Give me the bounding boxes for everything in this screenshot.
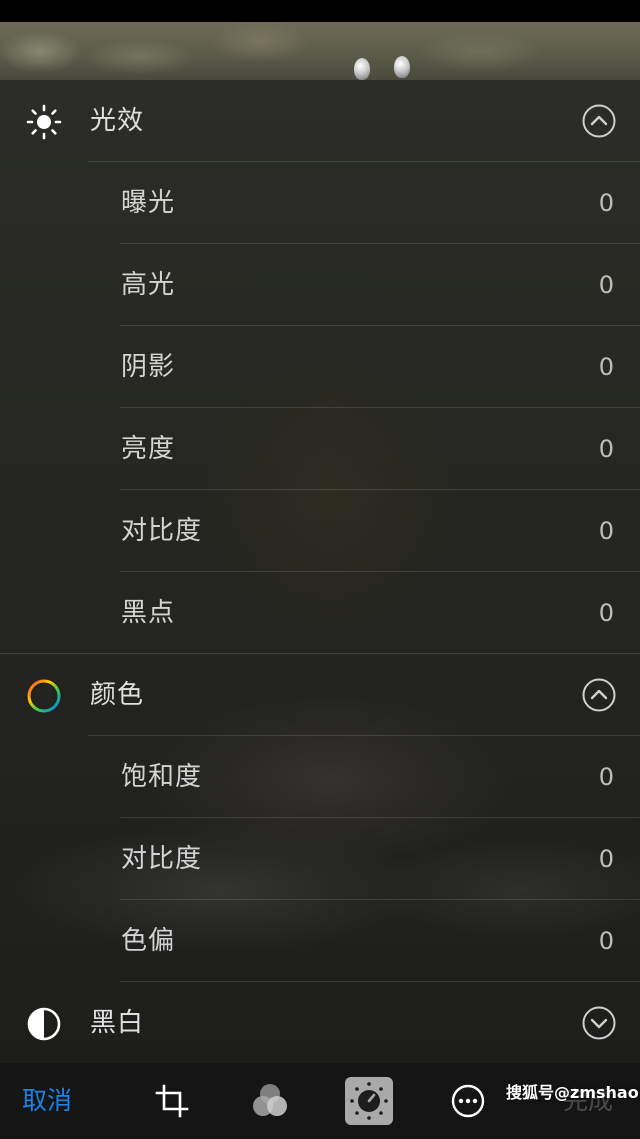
adjust-row-contrast[interactable]: 对比度 0 <box>0 490 640 572</box>
adjust-value: 0 <box>598 517 614 545</box>
crop-icon[interactable] <box>148 1077 196 1125</box>
adjust-value: 0 <box>598 353 614 381</box>
watermark: 搜狐号@zmshao <box>506 1083 639 1102</box>
adjust-row-saturation[interactable]: 饱和度 0 <box>0 736 640 818</box>
adjust-value: 0 <box>598 763 614 791</box>
section-bw-header[interactable]: 黑白 <box>0 982 640 1064</box>
adjust-row-black-point[interactable]: 黑点 0 <box>0 572 640 654</box>
adjust-row-shadows[interactable]: 阴影 0 <box>0 326 640 408</box>
adjust-label: 高光 <box>121 270 176 300</box>
adjust-row-exposure[interactable]: 曝光 0 <box>0 162 640 244</box>
adjust-value: 0 <box>598 189 614 217</box>
photo-detail <box>354 58 370 80</box>
adjustments-panel: 光效 曝光 0 高光 0 阴影 0 亮度 0 对比度 0 黑点 0 颜色 饱和度… <box>0 80 640 1063</box>
adjust-value: 0 <box>598 435 614 463</box>
photo-preview <box>0 22 640 80</box>
section-color-header[interactable]: 颜色 <box>0 654 640 736</box>
adjust-value: 0 <box>598 599 614 627</box>
adjust-label: 黑点 <box>121 598 176 628</box>
chevron-up-circle-icon[interactable] <box>582 678 616 712</box>
adjust-label: 对比度 <box>121 844 203 874</box>
section-color-title: 颜色 <box>90 680 145 710</box>
adjust-value: 0 <box>598 845 614 873</box>
half-circle-icon <box>27 1007 61 1041</box>
adjust-row-highlights[interactable]: 高光 0 <box>0 244 640 326</box>
more-icon[interactable] <box>444 1077 492 1125</box>
section-light-title: 光效 <box>90 106 145 136</box>
adjust-row-color-contrast[interactable]: 对比度 0 <box>0 818 640 900</box>
cancel-button[interactable]: 取消 <box>22 1063 72 1139</box>
section-light-header[interactable]: 光效 <box>0 80 640 162</box>
filters-icon[interactable] <box>246 1077 294 1125</box>
adjust-row-brightness[interactable]: 亮度 0 <box>0 408 640 490</box>
adjust-label: 对比度 <box>121 516 203 546</box>
adjust-value: 0 <box>598 271 614 299</box>
status-bar <box>0 0 640 22</box>
chevron-up-circle-icon[interactable] <box>582 104 616 138</box>
adjust-dial-icon[interactable] <box>345 1077 393 1125</box>
sun-icon <box>26 104 62 140</box>
adjust-row-cast[interactable]: 色偏 0 <box>0 900 640 982</box>
adjust-label: 亮度 <box>121 434 176 464</box>
adjust-label: 色偏 <box>121 926 176 956</box>
adjust-label: 饱和度 <box>121 762 203 792</box>
chevron-down-circle-icon[interactable] <box>582 1006 616 1040</box>
color-wheel-icon <box>27 679 61 713</box>
adjust-label: 阴影 <box>121 352 176 382</box>
adjust-label: 曝光 <box>121 188 176 218</box>
section-bw-title: 黑白 <box>90 1008 145 1038</box>
adjust-value: 0 <box>598 927 614 955</box>
photo-detail <box>394 56 410 78</box>
